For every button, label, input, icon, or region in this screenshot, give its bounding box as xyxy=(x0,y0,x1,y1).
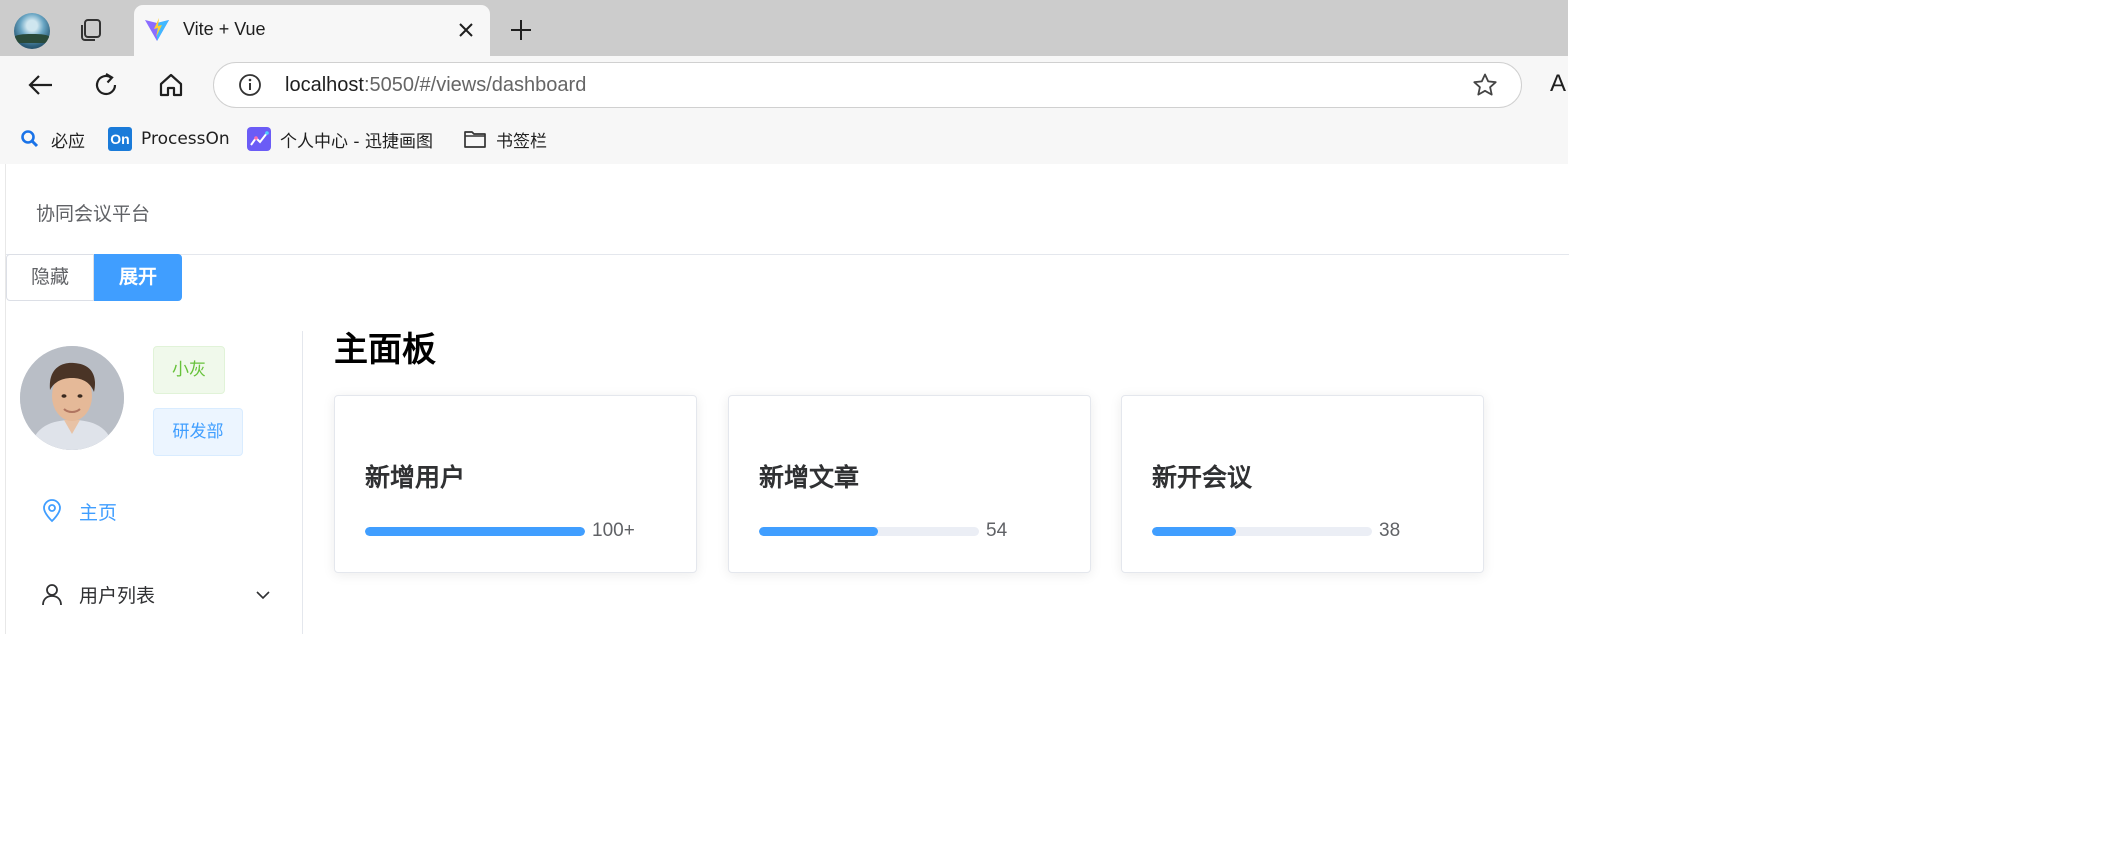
user-name-tag: 小灰 xyxy=(153,346,225,394)
hide-button[interactable]: 隐藏 xyxy=(6,254,94,301)
bookmark-processon[interactable]: On ProcessOn xyxy=(108,126,230,152)
card-title: 新增用户 xyxy=(365,463,466,492)
stat-card-users: 新增用户 100+ xyxy=(334,395,697,573)
card-title: 新增文章 xyxy=(759,463,860,492)
user-icon xyxy=(42,584,62,606)
processon-icon: On xyxy=(108,127,132,151)
url-path: :5050/#/views/dashboard xyxy=(363,74,587,96)
user-avatar xyxy=(20,346,124,450)
bookmark-label: 个人中心 - 迅捷画图 xyxy=(280,131,433,152)
bookmark-xunjie[interactable]: 个人中心 - 迅捷画图 xyxy=(247,126,433,152)
vite-icon xyxy=(145,18,169,41)
progress-track xyxy=(365,527,585,536)
close-icon[interactable] xyxy=(455,19,477,41)
page-title: 主面板 xyxy=(334,330,436,370)
folder-icon xyxy=(464,131,486,148)
progress-text: 100+ xyxy=(592,520,635,541)
address-bar[interactable]: localhost:5050/#/views/dashboard xyxy=(213,62,1522,108)
app-header: 协同会议平台 xyxy=(6,164,1569,255)
browser-tab-active[interactable]: Vite + Vue xyxy=(134,5,490,56)
bookmarks-bar: 必应 On ProcessOn 个人中心 - 迅捷画图 书签栏 xyxy=(0,114,1568,164)
browser-toolbar: localhost:5050/#/views/dashboard A xyxy=(0,56,1568,114)
chart-app-icon xyxy=(247,127,271,151)
location-pin-icon xyxy=(43,499,61,523)
menu-item-label: 用户列表 xyxy=(79,585,156,607)
menu-item-label: 主页 xyxy=(79,502,118,524)
progress-fill xyxy=(759,527,878,536)
new-tab-icon[interactable] xyxy=(508,17,534,43)
home-icon[interactable] xyxy=(156,70,186,100)
refresh-icon[interactable] xyxy=(91,70,121,100)
progress-fill xyxy=(365,527,585,536)
search-icon xyxy=(21,130,39,148)
stat-card-meetings: 新开会议 38 xyxy=(1121,395,1484,573)
bookmark-label: 书签栏 xyxy=(496,131,547,152)
sidebar: 小灰 研发部 主页 用户列表 xyxy=(6,331,303,634)
progress-fill xyxy=(1152,527,1236,536)
bookmark-bing[interactable]: 必应 xyxy=(18,126,85,152)
progress-text: 38 xyxy=(1379,520,1401,541)
card-title: 新开会议 xyxy=(1152,463,1253,492)
profile-avatar[interactable] xyxy=(14,13,50,49)
stat-card-articles: 新增文章 54 xyxy=(728,395,1091,573)
back-arrow-icon[interactable] xyxy=(26,70,56,100)
chevron-down-icon xyxy=(256,591,270,600)
bookmark-label: ProcessOn xyxy=(141,129,230,149)
menu-item-home[interactable]: 主页 xyxy=(6,483,302,539)
sidebar-toggle-group: 隐藏 展开 xyxy=(6,254,182,301)
user-photo xyxy=(20,346,124,450)
app-page: 协同会议平台 隐藏 展开 小灰 研发部 主页 用户列表 主面板 新增用户 100… xyxy=(5,164,1569,634)
tab-title: Vite + Vue xyxy=(183,19,266,39)
bookmark-folder[interactable]: 书签栏 xyxy=(463,126,547,152)
tab-actions-icon[interactable] xyxy=(78,17,104,43)
menu-item-user-list[interactable]: 用户列表 xyxy=(6,566,302,622)
browser-tabstrip: Vite + Vue xyxy=(0,0,1568,56)
text-size-button[interactable]: A xyxy=(1550,70,1566,98)
expand-button[interactable]: 展开 xyxy=(94,254,182,301)
progress-track xyxy=(759,527,979,536)
bookmark-label: 必应 xyxy=(51,131,85,152)
progress-track xyxy=(1152,527,1372,536)
url-host: localhost xyxy=(285,74,364,96)
info-icon[interactable] xyxy=(238,73,262,97)
star-icon[interactable] xyxy=(1472,72,1498,98)
brand-title: 协同会议平台 xyxy=(36,203,151,225)
url-text[interactable]: localhost:5050/#/views/dashboard xyxy=(285,74,586,97)
department-tag: 研发部 xyxy=(153,408,243,456)
progress-text: 54 xyxy=(986,520,1008,541)
